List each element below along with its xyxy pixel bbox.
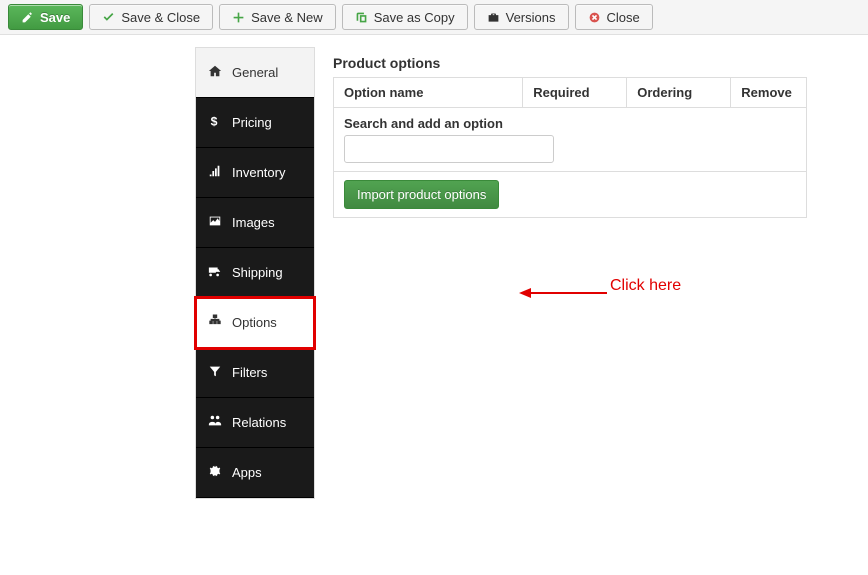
col-required: Required [523, 78, 627, 108]
dollar-icon: $ [208, 114, 222, 131]
search-row: Search and add an option [334, 108, 807, 172]
sidebar-item-label: Options [232, 315, 277, 330]
save-copy-button[interactable]: Save as Copy [342, 4, 468, 30]
save-label: Save [40, 10, 70, 25]
sidebar-item-general[interactable]: General [196, 48, 314, 98]
sidebar: General $ Pricing Inventory Images Shipp… [195, 47, 315, 499]
sidebar-item-pricing[interactable]: $ Pricing [196, 98, 314, 148]
check-icon [102, 11, 115, 24]
callout-arrow [519, 285, 607, 301]
main-panel: Product options Option name Required Ord… [315, 47, 825, 499]
plus-icon [232, 11, 245, 24]
col-remove: Remove [731, 78, 807, 108]
svg-text:$: $ [211, 114, 218, 128]
copy-icon [355, 11, 368, 24]
sidebar-item-label: General [232, 65, 278, 80]
sidebar-item-apps[interactable]: Apps [196, 448, 314, 498]
edit-icon [21, 11, 34, 24]
truck-icon [208, 264, 222, 281]
bars-icon [208, 164, 222, 181]
toolbar: Save Save & Close Save & New Save as Cop… [0, 0, 868, 35]
search-label: Search and add an option [344, 116, 796, 131]
versions-button[interactable]: Versions [474, 4, 569, 30]
import-options-button[interactable]: Import product options [344, 180, 499, 209]
save-close-label: Save & Close [121, 10, 200, 25]
col-option-name: Option name [334, 78, 523, 108]
sitemap-icon [208, 314, 222, 331]
save-new-button[interactable]: Save & New [219, 4, 336, 30]
filter-icon [208, 364, 222, 381]
options-table: Option name Required Ordering Remove Sea… [333, 77, 807, 218]
briefcase-icon [487, 11, 500, 24]
save-button[interactable]: Save [8, 4, 83, 30]
search-input[interactable] [344, 135, 554, 163]
sidebar-item-images[interactable]: Images [196, 198, 314, 248]
sidebar-item-options[interactable]: Options [196, 298, 314, 348]
callout-text: Click here [610, 277, 681, 295]
save-new-label: Save & New [251, 10, 323, 25]
close-icon [588, 11, 601, 24]
sidebar-item-inventory[interactable]: Inventory [196, 148, 314, 198]
image-icon [208, 214, 222, 231]
section-title: Product options [333, 55, 807, 71]
sidebar-item-relations[interactable]: Relations [196, 398, 314, 448]
sidebar-item-label: Apps [232, 465, 262, 480]
users-icon [208, 414, 222, 431]
save-close-button[interactable]: Save & Close [89, 4, 213, 30]
close-label: Close [607, 10, 640, 25]
sidebar-item-label: Pricing [232, 115, 272, 130]
save-copy-label: Save as Copy [374, 10, 455, 25]
close-button[interactable]: Close [575, 4, 653, 30]
home-icon [208, 64, 222, 81]
gear-icon [208, 464, 222, 481]
versions-label: Versions [506, 10, 556, 25]
col-ordering: Ordering [627, 78, 731, 108]
import-row: Import product options [334, 172, 807, 218]
sidebar-item-filters[interactable]: Filters [196, 348, 314, 398]
sidebar-item-label: Images [232, 215, 275, 230]
import-label: Import product options [357, 187, 486, 202]
sidebar-item-label: Filters [232, 365, 267, 380]
sidebar-item-label: Shipping [232, 265, 283, 280]
sidebar-item-label: Inventory [232, 165, 285, 180]
sidebar-item-label: Relations [232, 415, 286, 430]
sidebar-item-shipping[interactable]: Shipping [196, 248, 314, 298]
